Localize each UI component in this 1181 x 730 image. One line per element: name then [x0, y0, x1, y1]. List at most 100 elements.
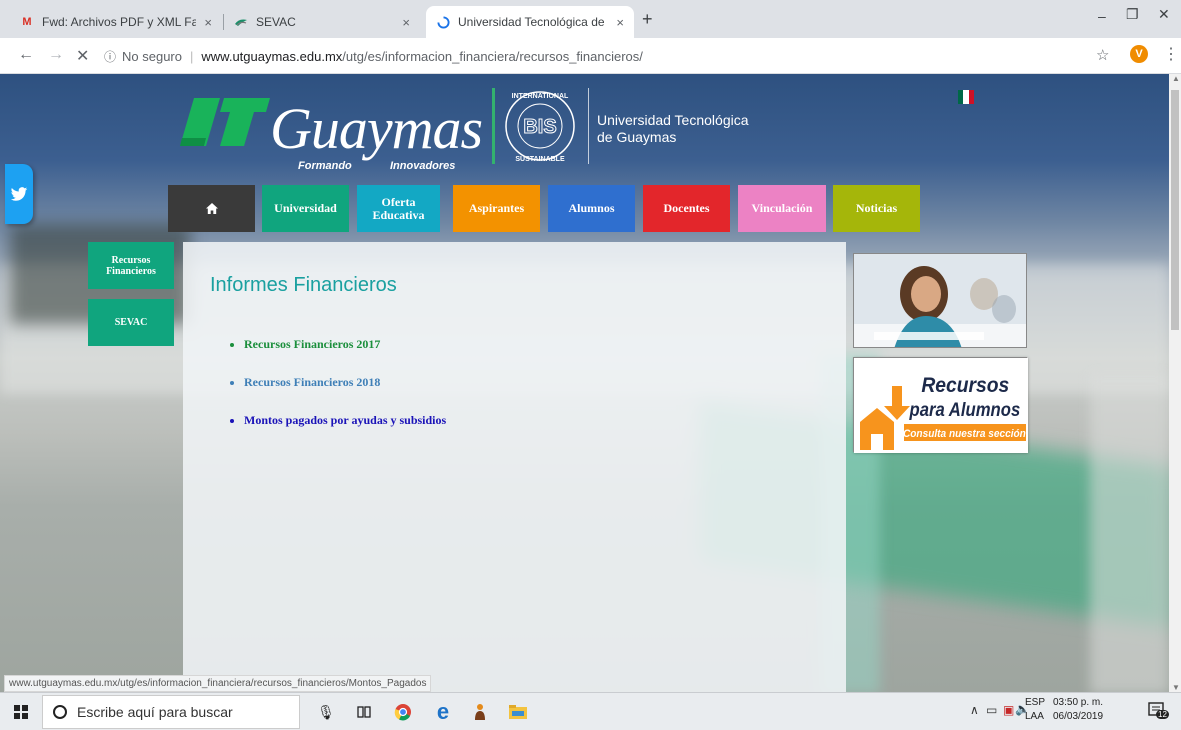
background-pillar — [1090, 374, 1169, 692]
forward-button[interactable]: → — [48, 46, 64, 64]
nav-aspirantes[interactable]: Aspirantes — [453, 185, 540, 232]
student-photo-banner[interactable] — [853, 253, 1027, 348]
nav-vinculacion[interactable]: Vinculación — [738, 185, 826, 232]
sidebar-item-sevac[interactable]: SEVAC — [88, 299, 174, 346]
close-tab-icon[interactable]: × — [616, 15, 624, 30]
banner-recursos-line2: para Alumnos — [909, 399, 1021, 420]
tray-overflow-icon[interactable]: ∧ — [970, 703, 979, 717]
nav-universidad[interactable]: Universidad — [262, 185, 349, 232]
ut-logo-mark[interactable] — [172, 94, 272, 154]
sidebar-item-label: Recursos Financieros — [106, 254, 156, 277]
university-name-line1: Universidad Tecnológica — [597, 112, 749, 128]
tab-gmail[interactable]: M Fwd: Archivos PDF y XML Factura × — [10, 6, 222, 38]
bullet — [230, 418, 234, 423]
link-label: Recursos Financieros 2018 — [244, 375, 381, 389]
mexico-flag-icon[interactable] — [958, 90, 974, 104]
notification-center-icon[interactable]: 12 — [1148, 701, 1169, 721]
input-language-indicator[interactable]: ESP LAA — [1025, 696, 1045, 724]
twitter-button[interactable] — [5, 164, 33, 224]
security-label: No seguro — [122, 48, 182, 64]
link-status-bar: www.utguaymas.edu.mx/utg/es/informacion_… — [4, 675, 432, 692]
bullet — [230, 380, 234, 385]
restore-button[interactable]: ❐ — [1126, 6, 1139, 23]
loading-spinner-icon — [436, 15, 450, 29]
tab-title: Fwd: Archivos PDF y XML Factura — [42, 15, 197, 29]
bis-seal-icon: BIS INTERNATIONAL SUSTAINABLE — [500, 86, 580, 166]
browser-toolbar: ← → ✕ ⓘ No seguro | www.utguaymas.edu.mx… — [0, 38, 1181, 74]
link-recursos-financieros-2017[interactable]: Recursos Financieros 2017 — [230, 337, 380, 352]
tab-utguaymas[interactable]: Universidad Tecnológica de Guay × — [426, 6, 634, 38]
nav-noticias[interactable]: Noticias — [833, 185, 920, 232]
page-title: Informes Financieros — [210, 274, 397, 296]
content-panel: Informes Financieros Recursos Financiero… — [183, 242, 846, 692]
logo-tagline-left: Formando — [298, 160, 352, 172]
svg-text:SUSTAINABLE: SUSTAINABLE — [515, 156, 565, 163]
nav-label: Oferta Educativa — [372, 194, 425, 222]
address-bar[interactable]: ⓘ No seguro | www.utguaymas.edu.mx /utg/… — [100, 43, 1080, 69]
university-name-line2: de Guaymas — [597, 129, 677, 145]
nav-docentes[interactable]: Docentes — [643, 185, 730, 232]
nav-label: Vinculación — [751, 201, 813, 215]
notification-count: 12 — [1156, 710, 1169, 719]
recursos-para-alumnos-banner[interactable]: Recursos para Alumnos Consulta nuestra s… — [853, 357, 1028, 453]
logo-divider — [492, 88, 495, 164]
page-scrollbar[interactable]: ▲ ▼ — [1169, 74, 1181, 692]
twitter-icon — [10, 186, 28, 201]
sevac-favicon — [234, 15, 248, 29]
nav-home[interactable] — [168, 185, 255, 232]
nav-label: Aspirantes — [468, 201, 525, 215]
window-close-button[interactable]: ✕ — [1158, 6, 1170, 23]
nav-label: Universidad — [274, 201, 337, 215]
svg-text:BIS: BIS — [523, 116, 556, 138]
svg-text:INTERNATIONAL: INTERNATIONAL — [512, 93, 569, 100]
taskbar-search-box[interactable]: Escribe aquí para buscar — [42, 695, 300, 729]
home-icon — [205, 203, 218, 214]
scroll-up-arrow-icon[interactable]: ▲ — [1172, 74, 1180, 83]
media-app-icon[interactable] — [470, 702, 490, 722]
stop-loading-button[interactable]: ✕ — [76, 46, 89, 66]
nav-label: Noticias — [855, 201, 898, 215]
file-explorer-icon[interactable] — [508, 702, 528, 722]
address-separator: | — [190, 48, 194, 64]
sidebar-item-recursos-financieros[interactable]: Recursos Financieros — [88, 242, 174, 289]
scroll-down-arrow-icon[interactable]: ▼ — [1172, 683, 1180, 692]
logo-tagline-right: Innovadores — [390, 160, 456, 172]
nav-oferta-educativa[interactable]: Oferta Educativa — [357, 185, 440, 232]
chrome-icon[interactable] — [393, 702, 413, 722]
edge-icon[interactable]: e — [433, 699, 453, 724]
guaymas-wordmark: Guaymas — [270, 96, 483, 161]
clock-date: 06/03/2019 — [1053, 711, 1104, 722]
windows-taskbar: Escribe aquí para buscar 🎙 e ∧ ▭ ▣ 🔈 ESP… — [0, 692, 1181, 730]
link-recursos-financieros-2018[interactable]: Recursos Financieros 2018 — [230, 375, 380, 390]
taskbar-clock[interactable]: 03:50 p. m. 06/03/2019 — [1053, 696, 1103, 724]
nav-label: Alumnos — [568, 201, 615, 215]
microphone-icon[interactable]: 🎙 — [316, 702, 336, 722]
back-button[interactable]: ← — [18, 46, 34, 64]
browser-menu-icon[interactable]: ⋮ — [1163, 44, 1179, 64]
url-path: /utg/es/informacion_financiera/recursos_… — [342, 48, 643, 64]
info-icon[interactable]: ⓘ — [104, 48, 116, 65]
banner-recursos-line1: Recursos — [921, 374, 1009, 397]
task-view-icon[interactable] — [354, 702, 374, 722]
tab-sevac[interactable]: SEVAC × — [224, 6, 420, 38]
new-tab-button[interactable]: + — [642, 9, 653, 30]
tray-app-icon[interactable]: ▣ — [1003, 703, 1014, 717]
url-host: www.utguaymas.edu.mx — [201, 48, 343, 64]
link-montos-pagados[interactable]: Montos pagados por ayudas y subsidios — [230, 413, 446, 428]
network-icon[interactable]: ▭ — [986, 703, 997, 717]
windows-start-icon[interactable] — [14, 705, 28, 719]
nav-alumnos[interactable]: Alumnos — [548, 185, 635, 232]
close-tab-icon[interactable]: × — [204, 15, 212, 30]
close-tab-icon[interactable]: × — [402, 15, 410, 30]
sidebar-item-label: SEVAC — [114, 317, 148, 328]
logo-divider — [588, 88, 589, 164]
profile-avatar[interactable]: V — [1130, 45, 1148, 63]
browser-tab-strip: M Fwd: Archivos PDF y XML Factura × SEVA… — [0, 0, 1181, 38]
minimize-button[interactable]: – — [1098, 8, 1106, 24]
scrollbar-thumb[interactable] — [1171, 90, 1179, 330]
link-label: Montos pagados por ayudas y subsidios — [244, 413, 447, 427]
search-placeholder: Escribe aquí para buscar — [77, 704, 233, 720]
tab-title: Universidad Tecnológica de Guay — [458, 15, 608, 29]
tab-title: SEVAC — [256, 15, 296, 29]
bookmark-star-icon[interactable]: ☆ — [1096, 46, 1109, 64]
